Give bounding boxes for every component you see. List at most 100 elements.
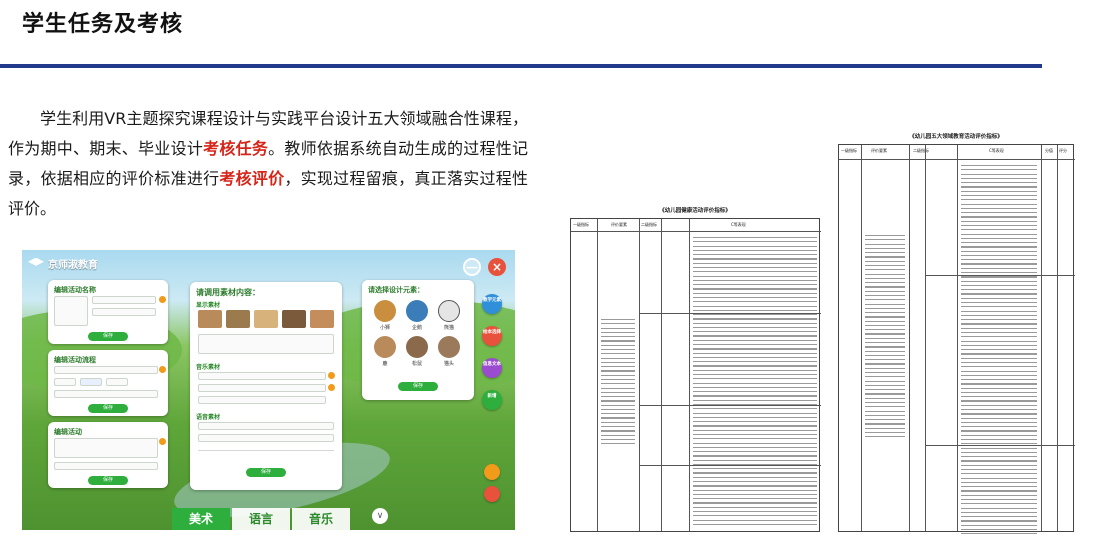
picture-book-button[interactable]: 绘本选择 [482, 326, 502, 346]
material-thumbnail[interactable] [198, 310, 222, 328]
material-panel: 请调用素材内容： 显示素材 音乐素材 语音素材 保存 [190, 282, 342, 490]
flow-text-field[interactable] [54, 390, 158, 398]
activity-name-card: 编辑活动名称 保存 [48, 280, 168, 344]
lion-image[interactable] [374, 300, 396, 322]
column-header: 评价要素 [611, 222, 627, 227]
section-title: 音乐素材 [196, 364, 221, 371]
evaluation-table: 一级指标 评价要素 二级指标 C等表现 分值 评分 [838, 144, 1075, 535]
element-label: 松鼠 [411, 361, 422, 367]
settings-icon[interactable] [484, 464, 500, 480]
owl-image[interactable] [438, 336, 460, 358]
chevron-down-icon[interactable]: ∨ [372, 508, 388, 524]
music-item[interactable] [198, 372, 326, 380]
title-divider [0, 64, 1042, 68]
table-text [601, 319, 635, 447]
music-item[interactable] [198, 384, 326, 392]
activity-edit-card: 编辑活动 保存 [48, 422, 168, 488]
edit-icon[interactable] [159, 296, 166, 303]
table-divider [909, 145, 910, 531]
table-text [961, 165, 1037, 536]
save-button[interactable]: 保存 [246, 468, 286, 477]
evaluation-document-1: 《幼儿园健康活动评价指标》 一级指标 评价要素 二级指标 C等表现 [566, 200, 824, 534]
column-header: 一级指标 [573, 222, 589, 227]
material-thumbnail[interactable] [254, 310, 278, 328]
evaluation-table: 一级指标 评价要素 二级指标 C等表现 [570, 218, 821, 532]
penguin-image[interactable] [406, 300, 428, 322]
page-title: 学生任务及考核 [22, 12, 184, 37]
material-thumbnail[interactable] [226, 310, 250, 328]
column-header: 分值 [1045, 148, 1053, 153]
column-header: 评价要素 [871, 148, 887, 153]
column-header: C等表现 [989, 148, 1004, 153]
save-button[interactable]: 保存 [88, 332, 128, 341]
document-title: 《幼儿园健康活动评价指标》 [659, 208, 731, 214]
flow-step[interactable] [106, 378, 128, 386]
flow-input[interactable] [54, 366, 158, 374]
table-divider [689, 219, 690, 531]
deer-image[interactable] [374, 336, 396, 358]
column-header: C等表现 [731, 222, 746, 227]
table-text [865, 235, 905, 441]
highlight-assessment-task: 考核任务 [203, 139, 269, 158]
section-title: 显示素材 [196, 302, 221, 309]
music-item[interactable] [198, 396, 326, 404]
intro-paragraph: 学生利用VR主题探究课程设计与实践平台设计五大领域融合性课程，作为期中、期末、毕… [8, 104, 528, 224]
highlight-assessment-evaluation: 考核评价 [219, 169, 285, 188]
table-divider [1041, 145, 1042, 531]
add-new-button[interactable]: 新增 [482, 390, 502, 410]
panel-title: 请调用素材内容： [196, 288, 260, 297]
element-panel: 请选择设计元素： 小狮 企鹅 熊猫 鹿 松鼠 猫头 保存 [362, 280, 474, 400]
document-title: 《幼儿园五大领域教育活动评价指标》 [909, 134, 1003, 140]
card-title: 编辑活动流程 [54, 356, 96, 364]
card-title: 编辑活动 [54, 428, 82, 436]
material-thumbnail[interactable] [282, 310, 306, 328]
cover-image-field[interactable] [54, 296, 88, 326]
flow-step[interactable] [54, 378, 76, 386]
panel-title: 请选择设计元素： [368, 286, 424, 294]
table-divider [861, 145, 862, 531]
column-header: 二级指标 [641, 222, 657, 227]
table-divider [571, 231, 821, 232]
voice-item[interactable] [198, 434, 334, 442]
activity-text-area[interactable] [54, 438, 158, 458]
tab-language[interactable]: 语言 [232, 508, 290, 530]
squirrel-image[interactable] [406, 336, 428, 358]
voice-item[interactable] [198, 422, 334, 430]
save-button[interactable]: 保存 [398, 382, 438, 391]
exit-icon[interactable] [484, 486, 500, 502]
graduation-cap-icon [28, 257, 44, 266]
element-label: 小狮 [379, 325, 390, 331]
theme-input[interactable] [92, 308, 156, 316]
column-header: 二级指标 [913, 148, 929, 153]
edit-icon[interactable] [159, 438, 166, 445]
table-divider [957, 145, 958, 531]
edit-icon[interactable] [159, 366, 166, 373]
teaching-elements-button[interactable]: 教学元素 [482, 294, 502, 314]
element-label: 猫头 [443, 361, 454, 367]
table-divider [925, 145, 926, 531]
save-button[interactable]: 保存 [88, 404, 128, 413]
minimize-button[interactable]: — [463, 258, 481, 276]
element-label: 鹿 [382, 361, 388, 367]
info-text-button[interactable]: 信息文本 [482, 358, 502, 378]
vr-platform-screenshot: 京师淑教育 — × 编辑活动名称 保存 编辑活动流程 保存 编辑活动 保存 请调… [22, 250, 515, 530]
flow-step[interactable] [80, 378, 102, 386]
card-title: 编辑活动名称 [54, 286, 96, 294]
material-preview [198, 334, 334, 354]
tab-art[interactable]: 美术 [172, 508, 230, 530]
activity-detail-input[interactable] [54, 462, 158, 470]
close-button[interactable]: × [488, 258, 506, 276]
panda-image[interactable] [438, 300, 460, 322]
check-icon[interactable] [328, 384, 335, 391]
name-input[interactable] [92, 296, 156, 304]
activity-flow-card: 编辑活动流程 保存 [48, 350, 168, 416]
check-icon[interactable] [328, 372, 335, 379]
column-header: 一级指标 [841, 148, 857, 153]
save-button[interactable]: 保存 [88, 476, 128, 485]
element-label: 熊猫 [443, 325, 454, 331]
material-thumbnail[interactable] [310, 310, 334, 328]
table-divider [661, 219, 662, 531]
evaluation-document-2: 《幼儿园五大领域教育活动评价指标》 一级指标 评价要素 二级指标 C等表现 分值… [834, 128, 1078, 535]
tab-music[interactable]: 音乐 [292, 508, 350, 530]
vr-logo: 京师淑教育 [28, 256, 98, 271]
